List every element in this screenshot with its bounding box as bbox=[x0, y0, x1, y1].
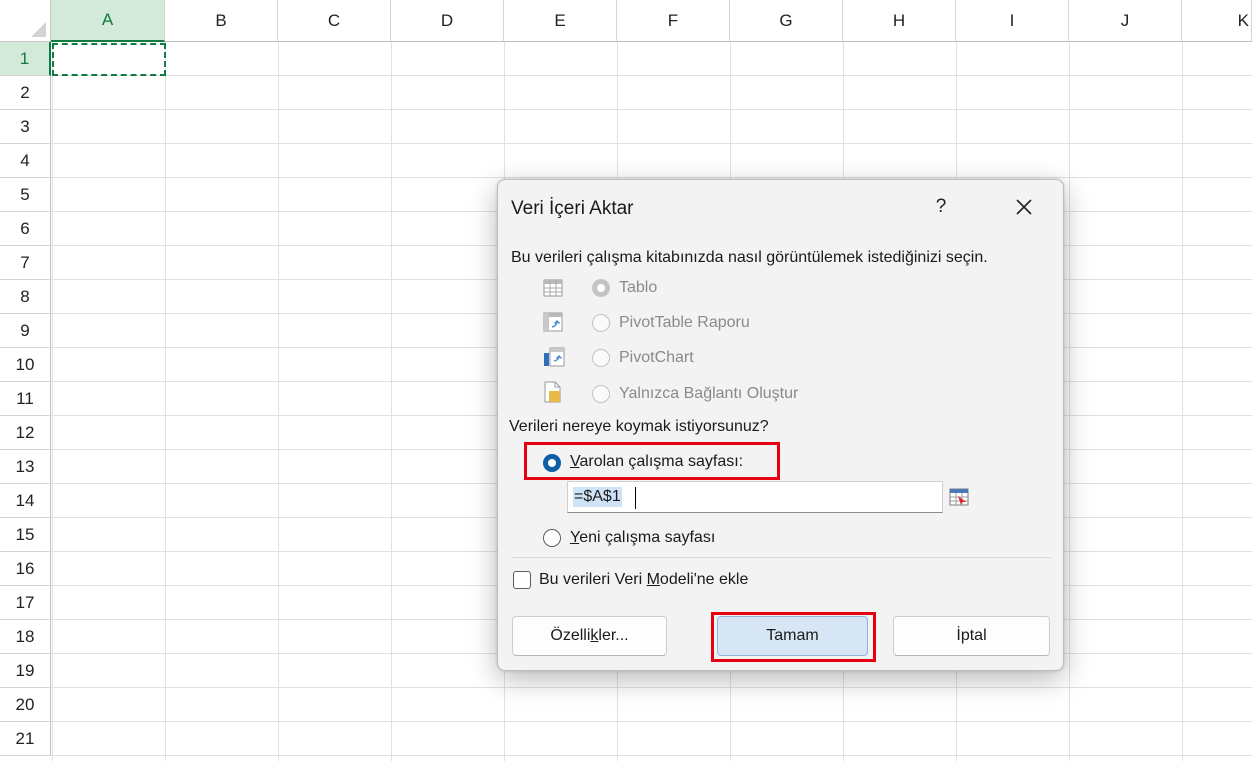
row-header-3[interactable]: 3 bbox=[0, 110, 51, 144]
row-header-18[interactable]: 18 bbox=[0, 620, 51, 654]
data-model-checkbox[interactable] bbox=[513, 571, 531, 589]
existing-sheet-label[interactable]: Varolan çalışma sayfası: bbox=[570, 453, 743, 471]
row-header-9[interactable]: 9 bbox=[0, 314, 51, 348]
pivottable-icon bbox=[543, 312, 563, 332]
range-select-icon bbox=[949, 488, 969, 506]
radio-new-sheet[interactable] bbox=[543, 529, 561, 547]
separator bbox=[512, 557, 1051, 558]
properties-label-start: Özelli bbox=[550, 627, 591, 644]
radio-pivotchart bbox=[592, 349, 610, 367]
radio-pivottable bbox=[592, 314, 610, 332]
row-header-20[interactable]: 20 bbox=[0, 688, 51, 722]
row-header-19[interactable]: 19 bbox=[0, 654, 51, 688]
option-pivottable-label: PivotTable Raporu bbox=[619, 314, 750, 331]
row-header-4[interactable]: 4 bbox=[0, 144, 51, 178]
row-header-17[interactable]: 17 bbox=[0, 586, 51, 620]
cell-reference-value: =$A$1 bbox=[573, 487, 622, 507]
import-data-dialog: Veri İçeri Aktar ? Bu verileri çalışma k… bbox=[497, 179, 1064, 671]
active-cell-a1-marquee[interactable] bbox=[52, 43, 166, 76]
table-icon bbox=[543, 279, 563, 297]
properties-button[interactable]: Özelli k ler... bbox=[512, 616, 667, 656]
row-header-12[interactable]: 12 bbox=[0, 416, 51, 450]
cell-reference-input[interactable]: =$A$1 bbox=[567, 481, 943, 513]
data-model-label[interactable]: Bu verileri Veri Modeli'ne ekle bbox=[539, 571, 748, 589]
new-sheet-access-key: Y bbox=[570, 529, 580, 546]
column-header-i[interactable]: I bbox=[956, 0, 1069, 42]
select-all-corner[interactable] bbox=[0, 0, 51, 42]
row-header-7[interactable]: 7 bbox=[0, 246, 51, 280]
data-model-access-key: M bbox=[646, 571, 660, 588]
view-prompt-label: Bu verileri çalışma kitabınızda nasıl gö… bbox=[511, 249, 988, 266]
column-header-f[interactable]: F bbox=[617, 0, 730, 42]
radio-connection-only bbox=[592, 385, 610, 403]
row-header-6[interactable]: 6 bbox=[0, 212, 51, 246]
option-connection-only-label: Yalnızca Bağlantı Oluştur bbox=[619, 385, 799, 402]
column-header-d[interactable]: D bbox=[391, 0, 504, 42]
location-prompt-label: Verileri nereye koymak istiyorsunuz? bbox=[509, 418, 769, 435]
close-button[interactable] bbox=[1007, 191, 1041, 223]
column-header-e[interactable]: E bbox=[504, 0, 617, 42]
existing-sheet-label-text: arolan çalışma sayfası: bbox=[579, 453, 744, 470]
radio-tablo bbox=[592, 279, 610, 297]
column-header-c[interactable]: C bbox=[278, 0, 391, 42]
new-sheet-label-text: eni çalışma sayfası bbox=[579, 529, 716, 546]
row-header-21[interactable]: 21 bbox=[0, 722, 51, 756]
ok-button[interactable]: Tamam bbox=[717, 616, 868, 656]
properties-access-key: k bbox=[590, 627, 599, 644]
row-header-5[interactable]: 5 bbox=[0, 178, 51, 212]
column-header-k[interactable]: K bbox=[1182, 0, 1252, 42]
close-icon bbox=[1016, 199, 1032, 215]
column-header-a[interactable]: A bbox=[51, 0, 165, 42]
help-button[interactable]: ? bbox=[926, 192, 956, 222]
row-header-8[interactable]: 8 bbox=[0, 280, 51, 314]
dialog-title: Veri İçeri Aktar bbox=[511, 198, 634, 219]
row-header-1[interactable]: 1 bbox=[0, 42, 51, 76]
row-header-2[interactable]: 2 bbox=[0, 76, 51, 110]
option-pivotchart-label: PivotChart bbox=[619, 349, 694, 366]
row-header-15[interactable]: 15 bbox=[0, 518, 51, 552]
pivotchart-icon bbox=[544, 347, 565, 367]
column-header-h[interactable]: H bbox=[843, 0, 956, 42]
text-caret bbox=[635, 487, 636, 509]
properties-label-end: ler... bbox=[598, 627, 629, 644]
row-header-14[interactable]: 14 bbox=[0, 484, 51, 518]
radio-existing-sheet[interactable] bbox=[543, 454, 561, 472]
row-header-16[interactable]: 16 bbox=[0, 552, 51, 586]
new-sheet-label[interactable]: Yeni çalışma sayfası bbox=[570, 529, 715, 547]
column-header-g[interactable]: G bbox=[730, 0, 843, 42]
option-tablo-label: Tablo bbox=[619, 279, 658, 296]
column-header-b[interactable]: B bbox=[165, 0, 278, 42]
column-header-j[interactable]: J bbox=[1069, 0, 1182, 42]
connection-icon bbox=[544, 381, 561, 403]
data-model-label-start: Bu verileri Veri bbox=[539, 571, 647, 588]
data-model-label-end: odeli'ne ekle bbox=[659, 571, 749, 588]
cancel-button[interactable]: İptal bbox=[893, 616, 1050, 656]
row-header-11[interactable]: 11 bbox=[0, 382, 51, 416]
row-header-10[interactable]: 10 bbox=[0, 348, 51, 382]
row-header-13[interactable]: 13 bbox=[0, 450, 51, 484]
range-collapse-button[interactable] bbox=[945, 483, 973, 511]
